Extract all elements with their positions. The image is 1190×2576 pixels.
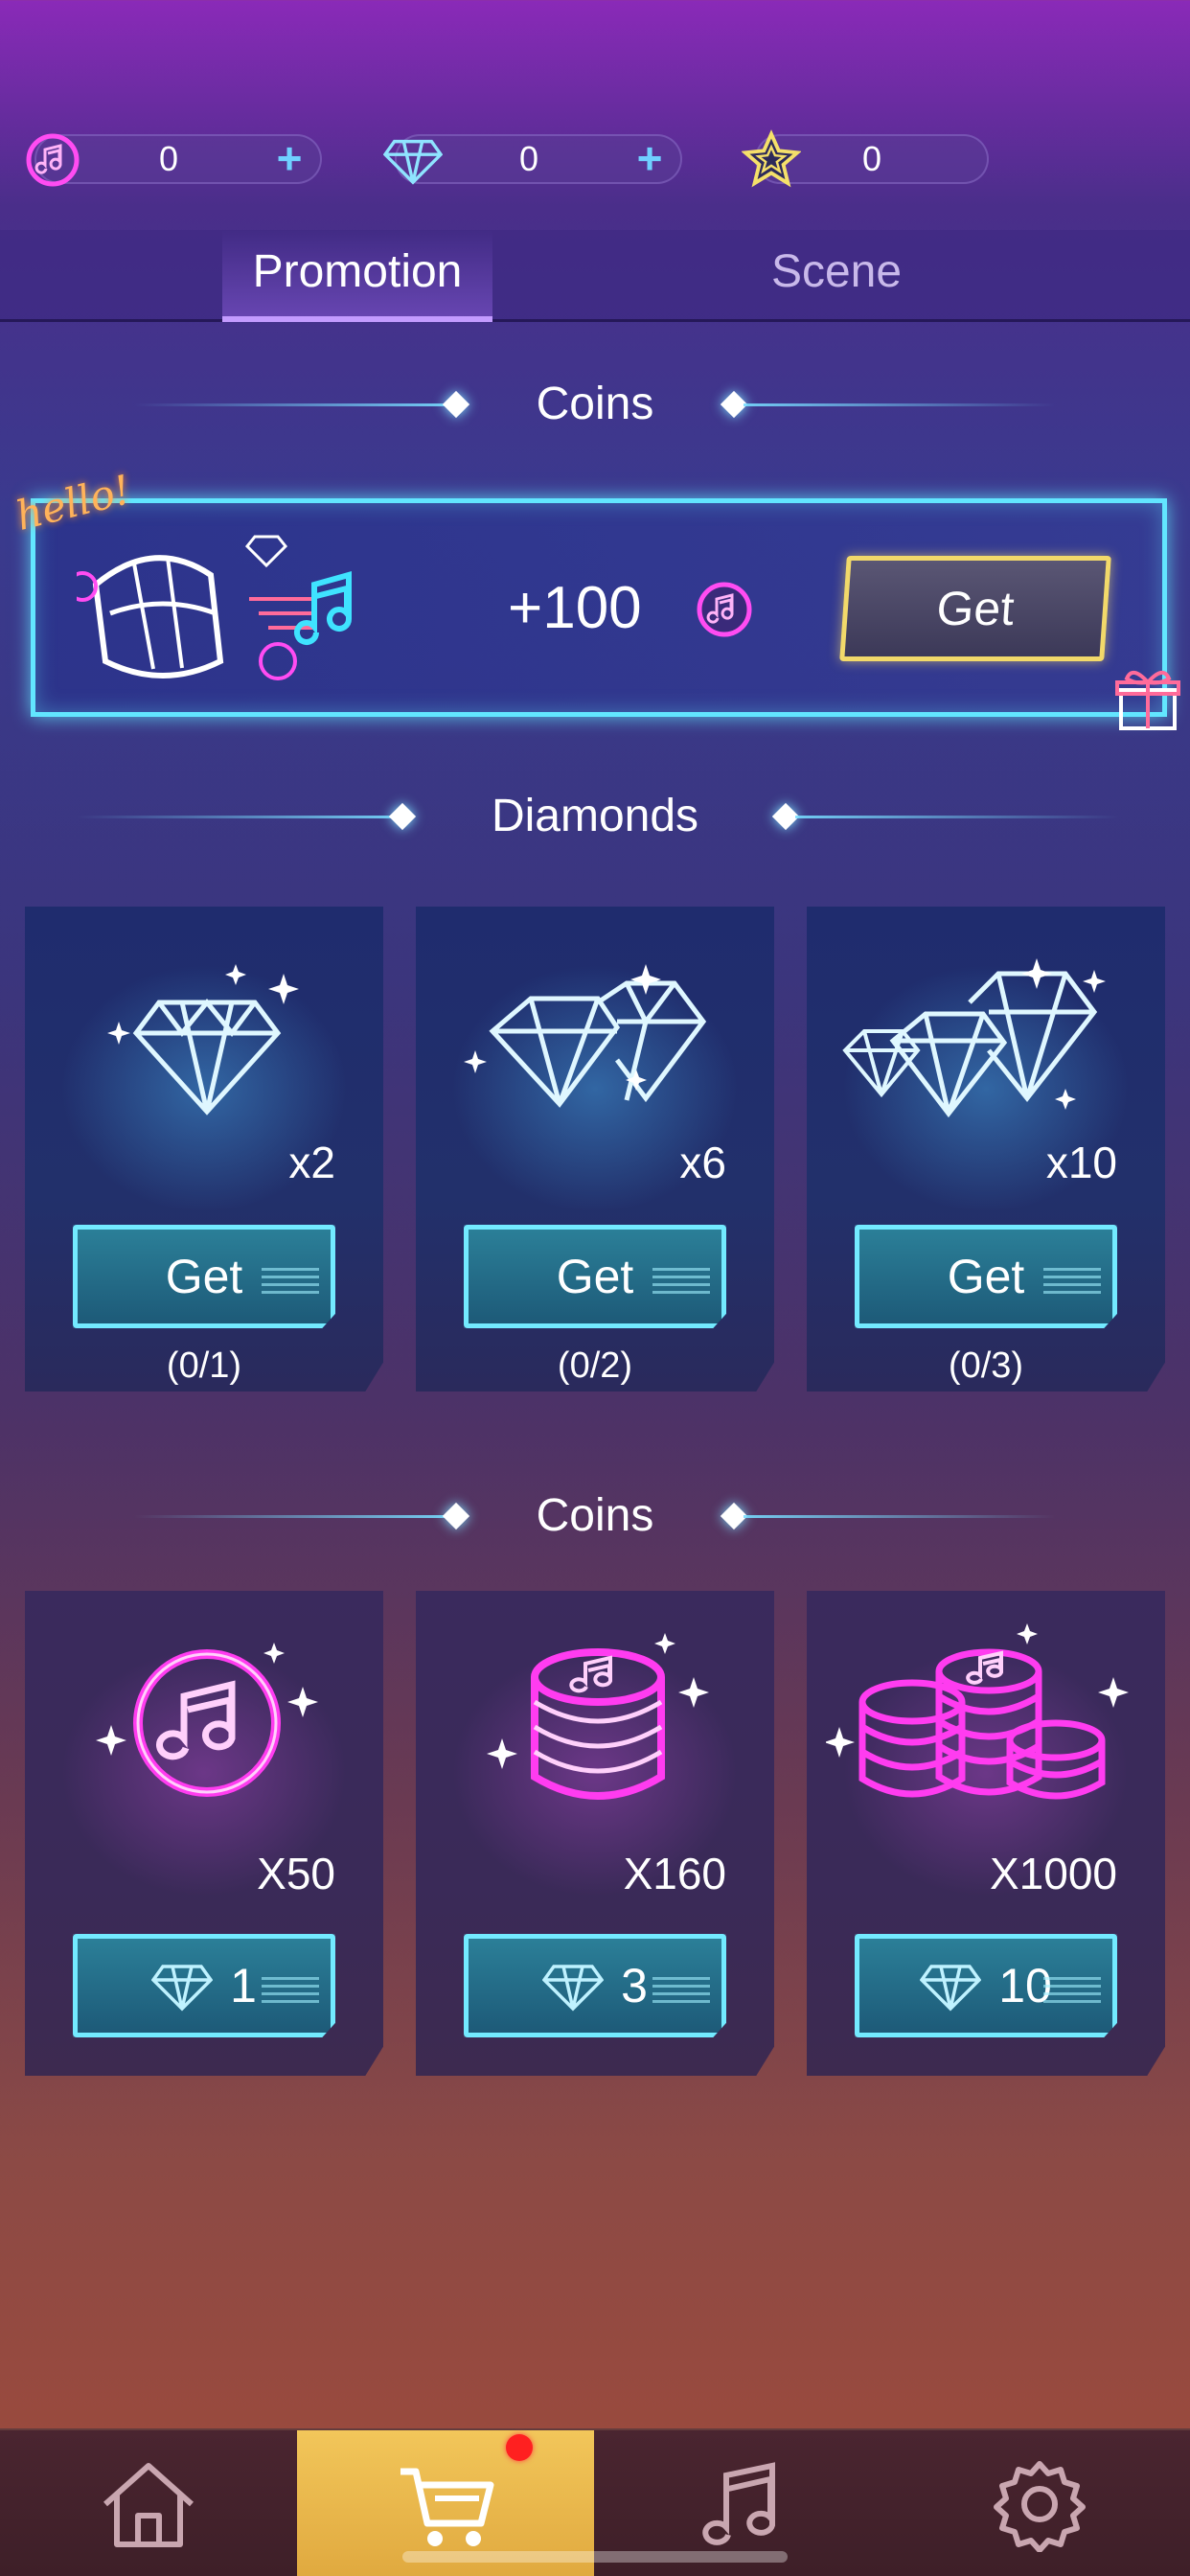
star-balance-value: 0	[861, 139, 882, 178]
coin-quantity: X1000	[989, 1849, 1117, 1898]
diamond-quantity: x6	[679, 1138, 726, 1187]
claim-limit: (0/2)	[557, 1346, 633, 1386]
diamond-offer-card: x6 Get (0/2)	[416, 907, 774, 1392]
button-stripes	[262, 1268, 319, 1297]
star-icon	[742, 129, 801, 190]
nav-settings[interactable]	[891, 2430, 1188, 2576]
section-header-coins: Coins	[0, 1487, 1190, 1545]
get-diamonds-button[interactable]: Get	[73, 1225, 335, 1328]
diamond-icon	[383, 130, 443, 190]
tab-bar: Promotion Scene	[0, 230, 1190, 322]
coin-stack-icon	[487, 1633, 709, 1800]
settings-gear-icon	[994, 2461, 1086, 2552]
button-stripes	[262, 1977, 319, 2006]
button-stripes	[1043, 1977, 1101, 2006]
add-coins-button[interactable]: +	[270, 134, 309, 184]
coin-offer-card: X50 1	[25, 1591, 383, 2076]
buy-coins-button[interactable]: 1	[73, 1934, 335, 2037]
get-diamonds-button[interactable]: Get	[855, 1225, 1117, 1328]
divider-line	[744, 403, 1056, 406]
coin-balance-value: 0	[158, 139, 179, 178]
home-icon	[103, 2463, 194, 2547]
diamond-quantity: x2	[288, 1138, 335, 1187]
claim-limit: (0/3)	[948, 1346, 1024, 1386]
button-stripes	[652, 1977, 710, 2006]
diamond-icon	[107, 964, 299, 1116]
diamond-pile-icon	[464, 964, 707, 1108]
coin-quantity: X160	[623, 1849, 726, 1898]
diamond-offer-card: x10 Get (0/3)	[807, 907, 1165, 1392]
gift-box-icon	[1111, 661, 1184, 739]
button-label: Get	[556, 1250, 634, 1303]
coin-offer-card: X1000 10	[807, 1591, 1165, 2076]
diamond-heap-icon	[842, 958, 1106, 1118]
diamond-offer-card: x2 Get (0/1)	[25, 907, 383, 1392]
buy-coins-button[interactable]: 3	[464, 1934, 726, 2037]
get-diamonds-button[interactable]: Get	[464, 1225, 726, 1328]
music-coin-icon	[96, 1643, 318, 1797]
tab-scene[interactable]: Scene	[698, 230, 975, 322]
cart-icon	[400, 2468, 494, 2546]
divider-line	[744, 1515, 1056, 1518]
diamond-icon	[920, 1965, 982, 2012]
home-indicator[interactable]	[402, 2551, 788, 2563]
diamond-balance-value: 0	[518, 139, 539, 178]
coin-offer-card: X160 3	[416, 1591, 774, 2076]
diamond-icon	[151, 1965, 214, 2012]
nav-home[interactable]	[0, 2430, 297, 2576]
add-diamonds-button[interactable]: +	[630, 134, 669, 184]
button-label: Get	[165, 1250, 243, 1303]
button-stripes	[1043, 1268, 1101, 1297]
treasure-chest-icon	[67, 518, 422, 695]
music-coin-icon	[694, 579, 755, 645]
coin-piles-icon	[826, 1623, 1129, 1800]
claim-limit: (0/1)	[166, 1346, 242, 1386]
diamond-icon	[542, 1965, 605, 2012]
divider-line	[795, 816, 1119, 818]
button-stripes	[652, 1268, 710, 1297]
section-header-diamonds: Diamonds	[0, 788, 1190, 845]
section-header-coins: Coins	[0, 376, 1190, 433]
banner-get-button[interactable]: Get	[839, 556, 1111, 661]
price-label: 1	[230, 1959, 257, 2012]
button-label: Get	[947, 1250, 1025, 1303]
diamond-quantity: x10	[1045, 1138, 1117, 1187]
coin-quantity: X50	[257, 1849, 335, 1898]
price-label: 3	[621, 1959, 648, 2012]
banner-coin-amount: +100	[508, 575, 642, 641]
notification-dot	[506, 2434, 533, 2461]
music-note-icon	[702, 2462, 775, 2545]
tab-promotion[interactable]: Promotion	[222, 230, 492, 322]
music-coin-icon	[23, 130, 82, 190]
buy-coins-button[interactable]: 10	[855, 1934, 1117, 2037]
